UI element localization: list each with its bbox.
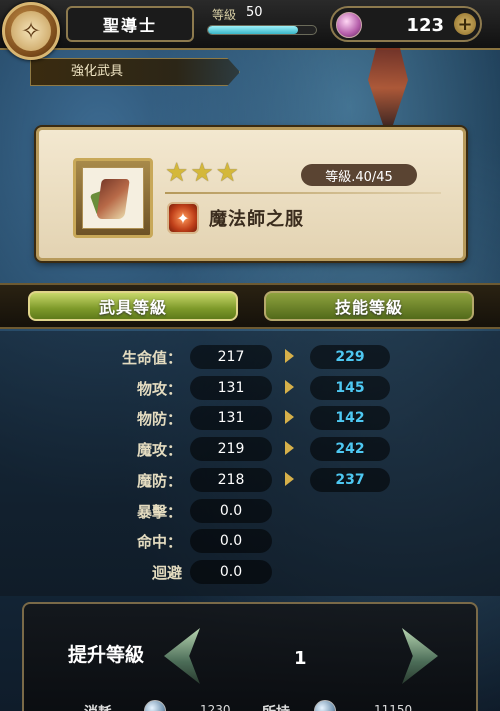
item-name: 魔法師之服 xyxy=(209,209,304,230)
stat-label: 迴避 xyxy=(151,563,182,582)
stat-row: 生命值： 217 229 xyxy=(0,342,500,372)
stat-label: 暴擊： xyxy=(136,502,182,521)
add-gems-button[interactable]: + xyxy=(454,13,476,35)
arrow-right-icon xyxy=(285,410,294,425)
tab-equipment-level[interactable]: 武具等級 xyxy=(28,291,238,321)
stat-row: 命中： 0.0 xyxy=(0,526,500,556)
cost-value: 1230 xyxy=(200,703,231,711)
star-icon: ★ xyxy=(215,158,239,188)
lantern-decoration xyxy=(368,48,408,128)
stat-current-value: 217 xyxy=(190,345,272,369)
stat-label: 生命值： xyxy=(121,349,182,367)
stat-current-value: 0.0 xyxy=(190,559,272,584)
gem-value: 123 xyxy=(406,15,444,36)
magic-type-icon: ✦ xyxy=(167,202,199,234)
item-level: 等級.40/45 xyxy=(301,164,417,186)
stat-next-value: 229 xyxy=(310,345,390,369)
stat-row: 暴擊： 0.0 xyxy=(0,496,500,526)
upgrade-count: 1 xyxy=(294,648,307,669)
owned-value: 11150 xyxy=(374,703,413,711)
item-icon-frame[interactable] xyxy=(73,158,153,238)
menu-badge-button[interactable]: ✧ xyxy=(2,2,60,60)
stat-label: 魔防： xyxy=(136,471,182,490)
section-title: 強化武具 xyxy=(30,58,240,86)
upgrade-panel: 提升等級 1 消耗 1230 所持 11150 xyxy=(22,602,478,711)
star-icon: ★ xyxy=(165,158,189,188)
cost-row: 消耗 1230 所持 11150 xyxy=(24,700,480,711)
stat-current-value: 218 xyxy=(190,467,272,492)
stat-label: 物防： xyxy=(136,410,182,429)
stat-label: 魔攻： xyxy=(136,441,182,460)
chevron-left-icon xyxy=(164,628,200,684)
cost-label: 消耗 xyxy=(84,702,112,711)
stat-next-value: 145 xyxy=(310,375,390,400)
stat-next-value: 237 xyxy=(310,467,390,492)
arrow-right-icon xyxy=(285,379,294,394)
stat-current-value: 0.0 xyxy=(190,529,272,554)
stats-panel: 生命值： 217 229 物攻： 131 145 物防： 131 142 魔攻： 219 242 魔防：… xyxy=(0,331,500,596)
stat-current-value: 131 xyxy=(190,406,272,431)
stat-label: 命中： xyxy=(136,533,182,552)
level-label: 等級 xyxy=(212,8,237,22)
chevron-right-icon xyxy=(402,628,438,684)
owned-label: 所持 xyxy=(262,702,290,711)
arrow-right-icon xyxy=(285,471,294,486)
stat-row: 魔防： 218 237 xyxy=(0,465,500,495)
gem-icon xyxy=(336,12,362,38)
arrow-right-icon xyxy=(285,349,294,363)
top-bar: 聖導士 等級 50 123 + xyxy=(0,0,500,50)
xp-bar-fill xyxy=(208,26,298,34)
increase-button[interactable] xyxy=(402,628,438,684)
level-value: 50 xyxy=(246,5,263,20)
stat-row: 迴避 0.0 xyxy=(0,557,500,587)
stat-label: 物攻： xyxy=(136,379,182,398)
gem-counter: 123 + xyxy=(330,6,482,42)
stat-current-value: 131 xyxy=(190,375,272,400)
stat-current-value: 0.0 xyxy=(190,498,272,523)
stat-next-value: 142 xyxy=(310,406,390,431)
item-rarity-stars: ★ ★ ★ xyxy=(165,160,239,186)
xp-bar xyxy=(207,25,317,35)
stat-row: 物防： 131 142 xyxy=(0,403,500,433)
stat-current-value: 219 xyxy=(190,437,272,462)
material-orb-icon xyxy=(144,700,166,711)
decrease-button[interactable] xyxy=(164,628,200,684)
robe-icon xyxy=(82,167,144,229)
material-orb-icon xyxy=(314,700,336,711)
character-name[interactable]: 聖導士 xyxy=(66,6,194,42)
tab-skill-level[interactable]: 技能等級 xyxy=(264,291,474,321)
stat-next-value: 242 xyxy=(310,437,390,462)
arrow-right-icon xyxy=(285,441,294,456)
star-emblem-icon: ✧ xyxy=(11,11,51,51)
upgrade-title: 提升等級 xyxy=(68,644,145,666)
divider xyxy=(165,192,441,194)
item-card: ★ ★ ★ 等級.40/45 ✦ 魔法師之服 xyxy=(36,127,466,261)
star-icon: ★ xyxy=(190,158,214,188)
stat-row: 魔攻： 219 242 xyxy=(0,434,500,464)
tabs-bar: 武具等級 技能等級 xyxy=(0,283,500,329)
stat-row: 物攻： 131 145 xyxy=(0,373,500,403)
